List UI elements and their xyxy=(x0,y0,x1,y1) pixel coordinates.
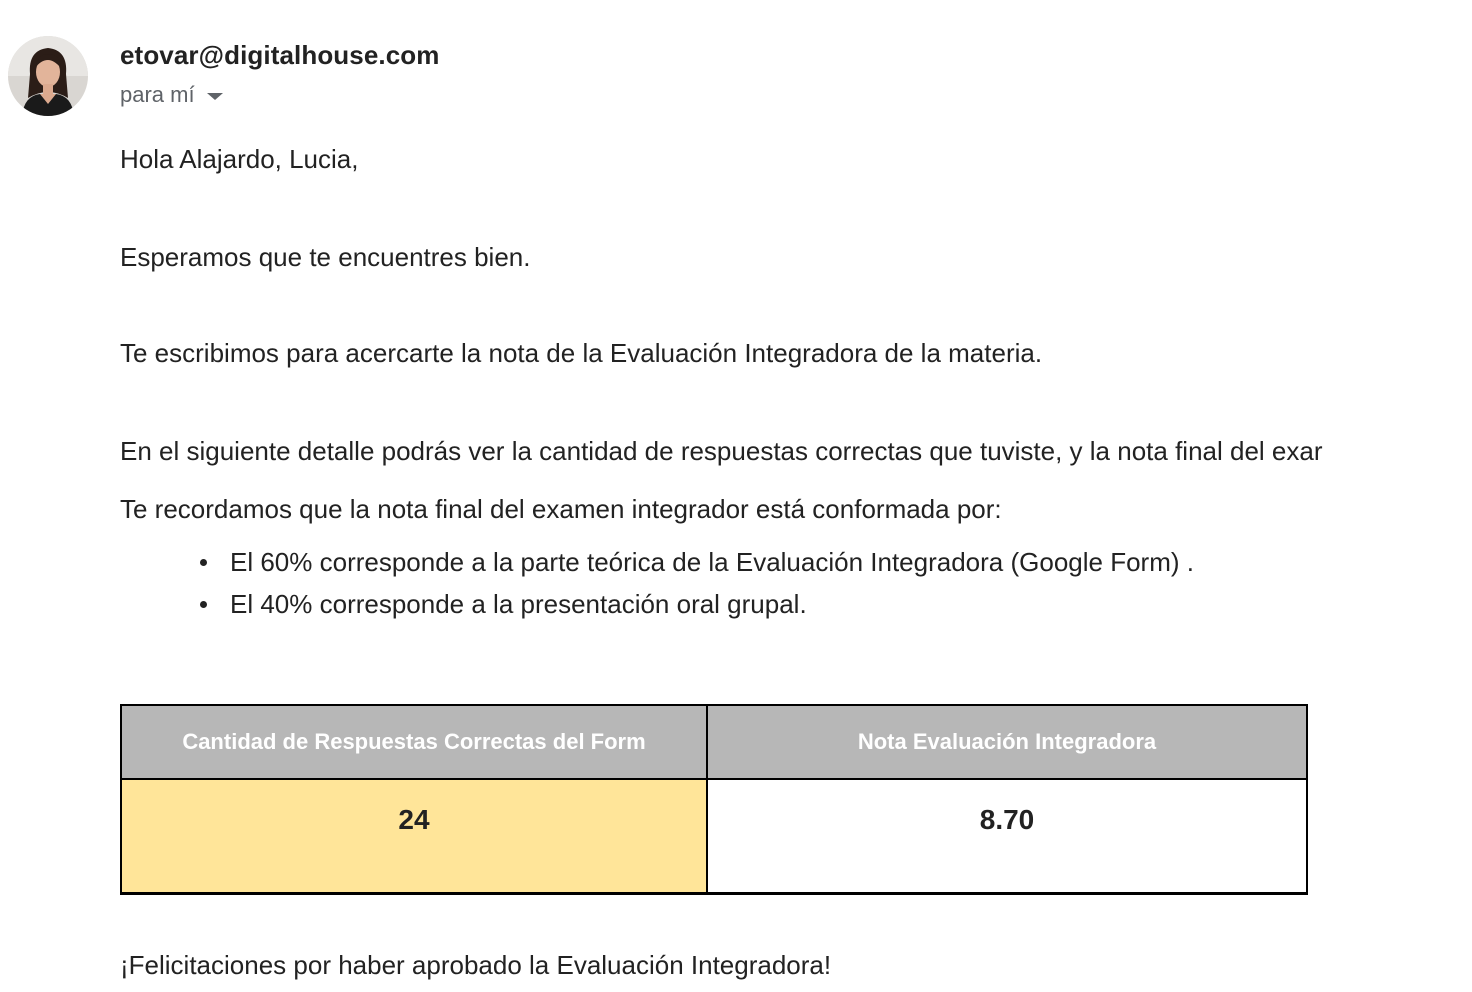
body-line-3: En el siguiente detalle podrás ver la ca… xyxy=(120,436,1323,466)
header-correct-answers: Cantidad de Respuestas Correctas del For… xyxy=(120,704,708,780)
sender-avatar[interactable] xyxy=(8,36,88,116)
grades-table: Cantidad de Respuestas Correctas del For… xyxy=(120,704,1308,895)
bullet-icon xyxy=(200,559,207,566)
closing-text: ¡Felicitaciones por haber aprobado la Ev… xyxy=(120,950,832,980)
list-item: El 40% corresponde a la presentación ora… xyxy=(200,586,1194,628)
email-message: etovar@digitalhouse.com para mí Hola Ala… xyxy=(0,0,1472,992)
list-item-text: El 40% corresponde a la presentación ora… xyxy=(230,589,807,619)
grade-composition-list: El 60% corresponde a la parte teórica de… xyxy=(120,544,1194,628)
greeting-text: Hola Alajardo, Lucia, xyxy=(120,144,359,174)
table-header-row: Cantidad de Respuestas Correctas del For… xyxy=(120,704,1308,780)
cell-correct-answers: 24 xyxy=(120,778,708,895)
person-photo-avatar-icon xyxy=(8,36,88,116)
header-final-grade: Nota Evaluación Integradora xyxy=(706,704,1308,780)
chevron-down-icon[interactable] xyxy=(206,92,223,100)
list-item: El 60% corresponde a la parte teórica de… xyxy=(200,544,1194,586)
table-row: 24 8.70 xyxy=(120,778,1308,895)
body-line-1: Esperamos que te encuentres bien. xyxy=(120,242,531,272)
body-line-4: Te recordamos que la nota final del exam… xyxy=(120,494,1002,524)
bullet-icon xyxy=(200,601,207,608)
recipient-details-toggle[interactable]: para mí xyxy=(120,82,223,108)
list-item-text: El 60% corresponde a la parte teórica de… xyxy=(230,547,1194,577)
body-line-2: Te escribimos para acercarte la nota de … xyxy=(120,338,1043,368)
cell-final-grade: 8.70 xyxy=(706,778,1308,895)
sender-email: etovar@digitalhouse.com xyxy=(120,40,440,70)
recipient-label: para mí xyxy=(120,82,195,107)
